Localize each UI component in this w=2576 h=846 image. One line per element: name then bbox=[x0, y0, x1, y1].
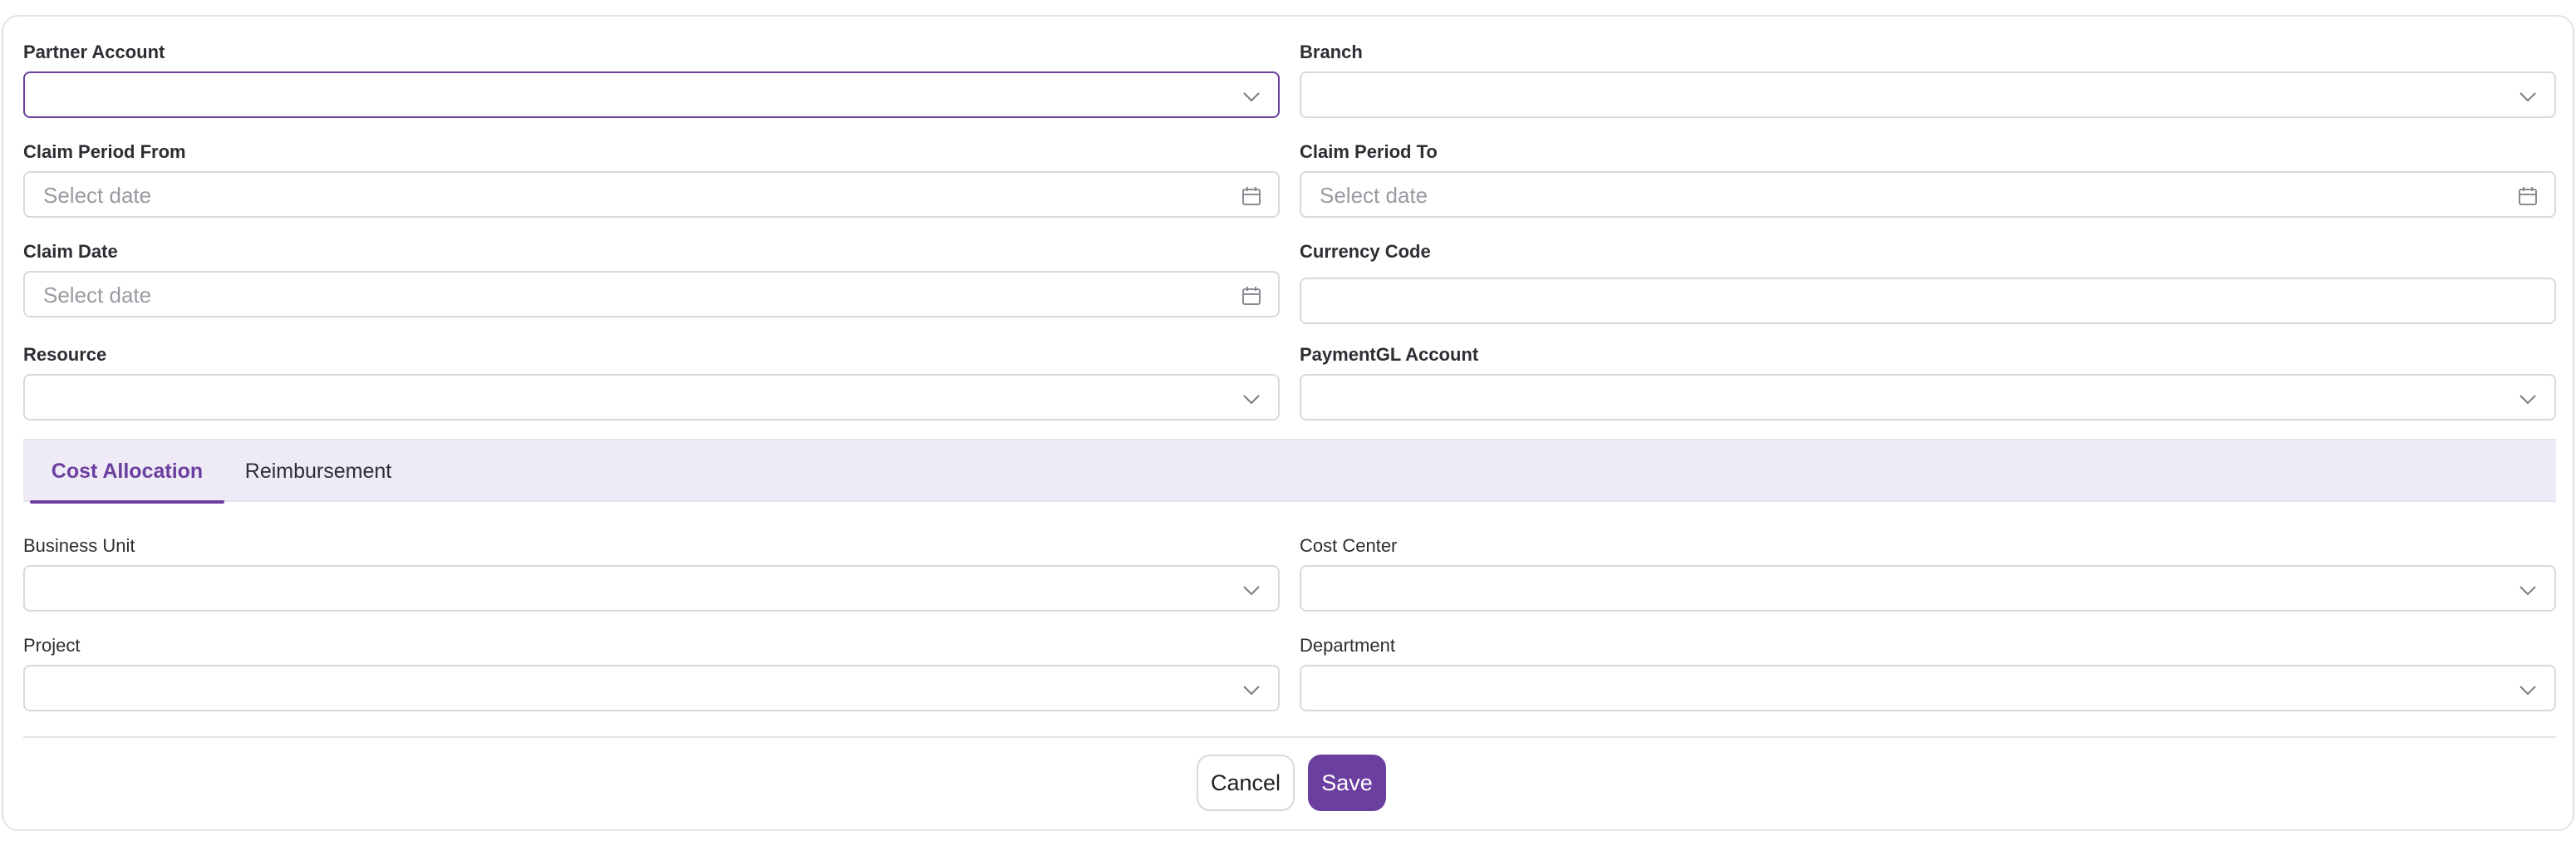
currency-code-label: Currency Code bbox=[1300, 241, 1431, 262]
resource-label: Resource bbox=[23, 344, 107, 365]
chevron-down-icon bbox=[2519, 92, 2536, 102]
cost-center-label: Cost Center bbox=[1300, 535, 1398, 556]
branch-label: Branch bbox=[1300, 42, 1363, 62]
cancel-button[interactable]: Cancel bbox=[1197, 755, 1295, 811]
claim-period-from-placeholder: Select date bbox=[43, 183, 152, 208]
calendar-icon bbox=[2519, 187, 2537, 205]
chevron-down-icon bbox=[1243, 92, 1260, 102]
chevron-down-icon bbox=[1243, 395, 1260, 405]
footer-divider bbox=[23, 736, 2556, 738]
branch-select[interactable] bbox=[1300, 71, 2556, 118]
claim-period-from-label: Claim Period From bbox=[23, 141, 186, 162]
partner-account-label: Partner Account bbox=[23, 42, 165, 62]
claim-form-card: Partner Account Branch Claim Period From… bbox=[2, 15, 2574, 831]
payment-gl-account-select[interactable] bbox=[1300, 374, 2556, 421]
calendar-icon bbox=[1242, 287, 1261, 305]
chevron-down-icon bbox=[2519, 395, 2536, 405]
chevron-down-icon bbox=[1243, 586, 1260, 596]
project-label: Project bbox=[23, 635, 81, 656]
cost-center-select[interactable] bbox=[1300, 565, 2556, 612]
claim-period-to-placeholder: Select date bbox=[1320, 183, 1428, 208]
business-unit-select[interactable] bbox=[23, 565, 1280, 612]
payment-gl-account-label: PaymentGL Account bbox=[1300, 344, 1479, 365]
chevron-down-icon bbox=[1243, 686, 1260, 696]
tab-bar: Cost Allocation Reimbursement bbox=[23, 439, 2556, 504]
claim-date-label: Claim Date bbox=[23, 241, 118, 262]
partner-account-select[interactable] bbox=[23, 71, 1280, 118]
claim-period-to-label: Claim Period To bbox=[1300, 141, 1438, 162]
claim-period-from-datepicker[interactable]: Select date bbox=[23, 171, 1280, 218]
save-button[interactable]: Save bbox=[1308, 755, 1386, 811]
tab-cost-allocation[interactable]: Cost Allocation bbox=[30, 440, 224, 504]
currency-code-input[interactable] bbox=[1300, 278, 2556, 324]
resource-select[interactable] bbox=[23, 374, 1280, 421]
claim-date-datepicker[interactable]: Select date bbox=[23, 271, 1280, 317]
tab-reimbursement[interactable]: Reimbursement bbox=[231, 440, 406, 502]
department-label: Department bbox=[1300, 635, 1395, 656]
chevron-down-icon bbox=[2519, 686, 2536, 696]
department-select[interactable] bbox=[1300, 665, 2556, 711]
calendar-icon bbox=[1242, 187, 1261, 205]
business-unit-label: Business Unit bbox=[23, 535, 135, 556]
claim-period-to-datepicker[interactable]: Select date bbox=[1300, 171, 2556, 218]
chevron-down-icon bbox=[2519, 586, 2536, 596]
project-select[interactable] bbox=[23, 665, 1280, 711]
claim-date-placeholder: Select date bbox=[43, 283, 152, 307]
